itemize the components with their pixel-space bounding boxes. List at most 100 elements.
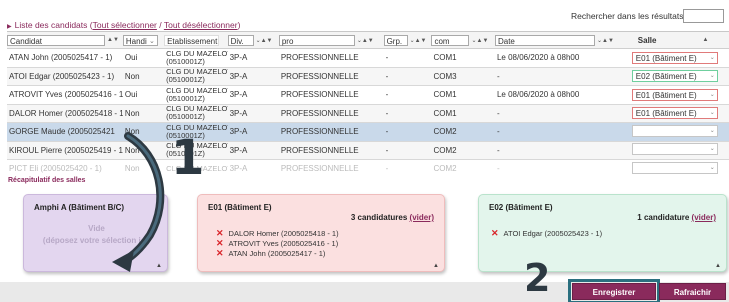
cell-candidat: GORGE Maude (2005025421 [7, 122, 123, 142]
filter-etab-label: Etablissement [167, 36, 218, 46]
salle-select[interactable]: ⌄ [631, 143, 718, 156]
cell-grp: - [383, 159, 432, 175]
table-row[interactable]: GORGE Maude (2005025421 Non CLG DU MAZELOT… [7, 122, 729, 142]
sort-arrows-icon[interactable]: ▲▼ [107, 37, 119, 43]
chevron-down-icon: ⌄ [709, 110, 715, 117]
table-row[interactable]: ATAN John (2005025417 - 1) Oui CLG DU MAZE… [7, 48, 729, 68]
sort-arrows-icon[interactable]: ⌄▲▼ [357, 37, 374, 44]
cell-date: - [494, 104, 630, 123]
remove-x-icon[interactable]: ✕ [216, 248, 224, 258]
salle-value: E01 (Bâtiment E) [635, 90, 697, 100]
filter-div[interactable]: Div. [227, 34, 254, 46]
remove-x-icon[interactable]: ✕ [216, 238, 224, 248]
table-row[interactable]: KIROUL Pierre (2005025419 - 1) Non CLG DU … [7, 141, 729, 160]
room-title: E02 (Bâtiment E) [489, 203, 553, 212]
column-salle: Salle [637, 35, 657, 45]
salle-select[interactable]: E02 (Bâtiment E) ⌄ [631, 70, 718, 83]
room-card-e01[interactable]: E01 (Bâtiment E) 3 candidatures (vider) … [197, 194, 445, 272]
search-label: Rechercher dans les résultats: [571, 11, 686, 21]
cell-candidat: ATOI Edgar (2005025423 - 1) [7, 67, 123, 86]
salle-value: E01 (Bâtiment E) [635, 109, 697, 119]
sort-arrows-icon[interactable]: ⌄▲▼ [410, 37, 427, 44]
cell-salle: ⌄ [629, 159, 729, 175]
remove-x-icon[interactable]: ✕ [216, 228, 224, 238]
chevron-down-icon: ⌄ [149, 37, 155, 45]
deselect-all-link[interactable]: Tout désélectionner [164, 20, 238, 30]
room-card-amphi-a[interactable]: Amphi A (Bâtiment B/C) Vide (déposez vot… [23, 194, 168, 272]
salle-select[interactable]: ⌄ [631, 161, 718, 174]
resize-corner-icon[interactable]: ▲ [156, 263, 162, 269]
sort-arrows-icon[interactable]: ⌄▲▼ [597, 37, 614, 44]
filter-handi[interactable]: Handi ⌄ [122, 34, 158, 46]
etab-code: (0510001Z) [166, 93, 205, 103]
cell-candidat: ATROVIT Yves (2005025416 - 1) [7, 85, 123, 105]
cell-com: COM2 [431, 141, 495, 160]
room-candidate-name: ATROVIT Yves (2005025416 - 1) [228, 239, 339, 248]
filter-candidat-label: Candidat [10, 36, 43, 46]
cell-pro: PROFESSIONNELLE [278, 159, 384, 175]
table-row[interactable]: ATOI Edgar (2005025423 - 1) Non CLG DU MAZ… [7, 67, 729, 86]
remove-x-icon[interactable]: ✕ [491, 228, 499, 238]
filter-date[interactable]: Date [494, 34, 595, 46]
cell-date: - [494, 67, 630, 86]
cell-pro: PROFESSIONNELLE [278, 141, 384, 160]
cell-salle: ⌄ [629, 122, 729, 142]
table-row[interactable]: DALOR Homer (2005025418 - 1) Non CLG DU MA… [7, 104, 729, 123]
drop-hint: (déposez votre sélection ici) [42, 236, 151, 245]
empty-room-link[interactable]: (vider) [410, 213, 434, 222]
room-card-e02[interactable]: E02 (Bâtiment E) 1 candidature (vider) ✕… [478, 194, 727, 272]
search-input[interactable] [683, 9, 724, 23]
salle-select[interactable]: E01 (Bâtiment E) ⌄ [631, 51, 718, 64]
room-candidate-name: ATAN John (2005025417 - 1) [228, 249, 326, 258]
room-candidate: ✕ ATOI Edgar (2005025423 - 1) [491, 228, 602, 239]
filter-pro-label: pro [281, 36, 294, 46]
table-row[interactable]: ATROVIT Yves (2005025416 - 1) Oui CLG DU M… [7, 85, 729, 105]
salle-select[interactable]: ⌄ [631, 124, 718, 137]
chevron-down-icon: ⌄ [709, 146, 715, 153]
sort-arrows-icon[interactable]: ▲ [702, 37, 708, 43]
candidate-list-header: ▶ Liste des candidats (Tout sélectionner … [7, 20, 240, 30]
cell-grp: - [383, 122, 432, 142]
filter-com[interactable]: com [431, 34, 470, 46]
step-1-marker: 1 [171, 130, 205, 186]
cell-salle: E01 (Bâtiment E) ⌄ [629, 104, 729, 123]
cell-com: COM3 [431, 67, 495, 86]
sort-arrows-icon[interactable]: ⌄▲▼ [256, 37, 273, 44]
cell-candidat: PICT Eli (2005025420 - 1) [7, 159, 123, 175]
cell-salle: E01 (Bâtiment E) ⌄ [629, 48, 729, 68]
room-empty-label: Vide [88, 224, 105, 233]
resize-corner-icon[interactable]: ▲ [715, 263, 721, 269]
empty-room-link[interactable]: (vider) [692, 213, 716, 222]
salle-select[interactable]: E01 (Bâtiment E) ⌄ [631, 88, 718, 101]
cell-handi: Oui [122, 85, 165, 105]
filter-candidat[interactable]: Candidat [7, 34, 105, 46]
cell-etab: CLG DU MAZELOT (0510001Z) [164, 48, 228, 68]
filter-pro[interactable]: pro [278, 34, 355, 46]
filter-grp[interactable]: Grp. [383, 34, 408, 46]
cell-com: COM2 [431, 122, 495, 142]
filter-row: Candidat ▲▼ Handi ⌄ Etablissement Div. ⌄▲▼… [7, 32, 729, 49]
cell-handi: Non [122, 159, 165, 175]
cell-etab: CLG DU MAZELOT (0510001Z) [164, 85, 228, 105]
cell-handi: Non [122, 67, 165, 86]
select-all-link[interactable]: Tout sélectionner [93, 20, 157, 30]
cell-handi: Oui [122, 48, 165, 68]
cell-pro: PROFESSIONNELLE [278, 122, 384, 142]
cell-salle: E02 (Bâtiment E) ⌄ [629, 67, 729, 86]
filter-etab[interactable]: Etablissement [164, 34, 220, 46]
salle-select[interactable]: E01 (Bâtiment E) ⌄ [631, 107, 718, 120]
cell-grp: - [383, 104, 432, 123]
cell-candidat: DALOR Homer (2005025418 - 1) [7, 104, 123, 123]
resize-corner-icon[interactable]: ▲ [433, 263, 439, 269]
refresh-button[interactable]: Rafraichir [659, 283, 726, 300]
table-row[interactable]: PICT Eli (2005025420 - 1) Non CLG DU MAZEL… [7, 159, 729, 175]
filter-date-label: Date [497, 36, 515, 46]
sort-arrows-icon[interactable]: ⌄▲▼ [471, 37, 488, 44]
separator: / [159, 20, 162, 30]
cell-div: 3P-A [227, 104, 279, 123]
room-count-text: 3 candidatures [350, 213, 408, 222]
cell-pro: PROFESSIONNELLE [278, 85, 384, 105]
save-button[interactable]: Enregistrer [568, 279, 660, 302]
etab-code: (0510001Z) [166, 75, 205, 85]
cell-etab: CLG DU MAZELOT (0510001Z) [164, 67, 228, 86]
